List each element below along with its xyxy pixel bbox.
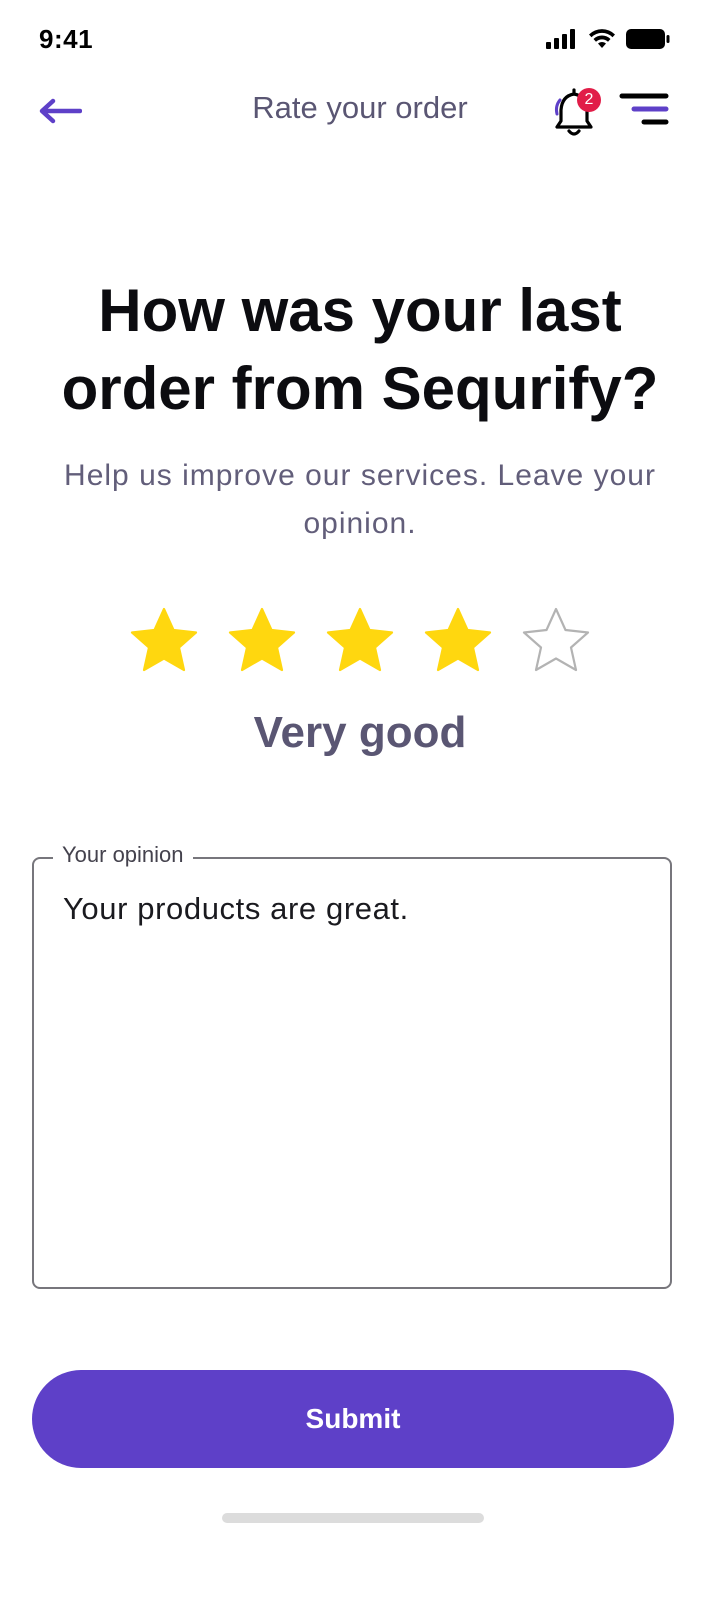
- battery-icon: [626, 28, 670, 55]
- rate-order-screen: 9:41 Rate your order 2 How was your last…: [0, 0, 720, 1600]
- opinion-text[interactable]: Your products are great.: [63, 891, 653, 927]
- star-rating: [0, 604, 720, 684]
- star-1-filled-icon[interactable]: [126, 604, 202, 680]
- wifi-icon: [588, 28, 616, 55]
- subtitle: Help us improve our services. Leave your…: [64, 459, 656, 540]
- signal-icon: [546, 29, 578, 54]
- star-2-filled-icon[interactable]: [224, 604, 300, 680]
- star-5-empty-icon[interactable]: [518, 604, 594, 680]
- home-indicator: [222, 1513, 484, 1523]
- app-header: Rate your order: [0, 80, 720, 150]
- status-time: 9:41: [39, 24, 94, 54]
- status-bar: 9:41: [0, 0, 720, 80]
- opinion-label: Your opinion: [53, 842, 193, 868]
- menu-button[interactable]: [614, 90, 674, 138]
- menu-icon: [614, 93, 670, 138]
- status-icons: [546, 28, 670, 55]
- submit-button[interactable]: Submit: [32, 1370, 674, 1468]
- notification-badge: 2: [577, 88, 601, 112]
- bell-icon: [552, 88, 604, 146]
- star-3-filled-icon[interactable]: [322, 604, 398, 680]
- rating-label: Very good: [253, 708, 467, 757]
- star-4-filled-icon[interactable]: [420, 604, 496, 680]
- page-title: Rate your order: [252, 90, 468, 125]
- question-title: How was your last order from Sequrify?: [61, 277, 659, 422]
